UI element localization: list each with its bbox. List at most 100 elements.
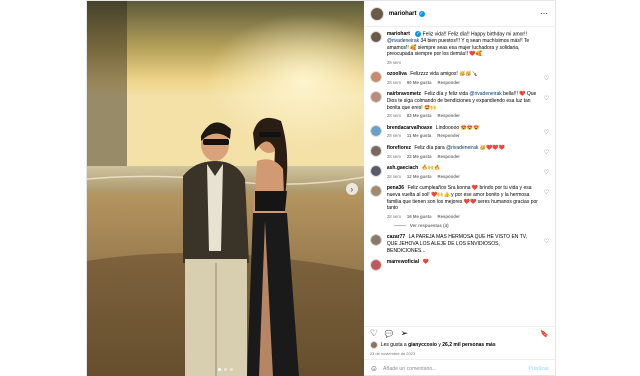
comment-username[interactable]: brendacarvalhoaxe: [387, 125, 433, 131]
avatar[interactable]: [369, 6, 384, 21]
comment-username[interactable]: pena36: [387, 185, 404, 191]
comment: nairbravometz Feliz día y feliz vida @ri…: [369, 91, 549, 120]
post-header: mariohart ✓ ⋯: [363, 1, 555, 27]
post-sidebar: mariohart ✓ ⋯ mariohart ✓ Feliz vida!! F…: [363, 1, 555, 376]
view-replies-label[interactable]: Ver respuestas (4): [410, 223, 449, 228]
likes-summary: Les gusta a gianyccosio y 26,2 mil perso…: [364, 340, 555, 350]
avatar[interactable]: [369, 259, 382, 272]
caption: mariohart ✓ Feliz vida!! Feliz día!! Hap…: [369, 31, 549, 66]
comment-likes[interactable]: 90 Me gusta: [407, 80, 432, 87]
post-date: 23 de noviembre de 2023: [369, 351, 416, 356]
reply-button[interactable]: Responder: [438, 113, 460, 120]
post-username[interactable]: mariohart: [389, 11, 417, 17]
caption-username[interactable]: mariohart: [387, 31, 410, 37]
likes-middle: y: [438, 342, 441, 348]
comment: pena36 Feliz cumpleaños Sra konna ❤️ bri…: [369, 185, 549, 221]
avatar[interactable]: [369, 31, 382, 43]
avatar[interactable]: [369, 145, 382, 158]
heart-icon[interactable]: ♡: [544, 238, 549, 245]
reply-button[interactable]: Responder: [438, 154, 460, 161]
avatar[interactable]: [369, 91, 382, 104]
avatar[interactable]: [369, 165, 382, 178]
comment-text: LA PAREJA MAS HERMOSA QUE HE VISTO EN TV…: [386, 234, 528, 254]
comment: cazar77 LA PAREJA MAS HERMOSA QUE HE VIS…: [369, 234, 549, 254]
comment-icon[interactable]: 💬: [385, 330, 394, 338]
carousel-dot: [223, 368, 227, 371]
comment: brendacarvalhoaxe Lindooooo 😍😍😍 28 sem 11…: [369, 124, 549, 140]
heart-icon[interactable]: ♡: [544, 189, 549, 196]
comment-username[interactable]: ozooliva: [387, 71, 407, 77]
heart-icon[interactable]: ♡: [544, 75, 549, 82]
comment-emoji: 🥳🥳🍾: [459, 71, 478, 78]
view-replies-button[interactable]: Ver respuestas (4): [393, 223, 549, 228]
caption-time: 28 sem: [386, 59, 401, 65]
comment-emoji: ❤️: [422, 259, 429, 266]
comment-time: 28 sem: [386, 133, 401, 139]
comment-text: 🥳❤️❤️❤️: [479, 145, 505, 152]
heart-icon[interactable]: ♡: [544, 129, 549, 136]
add-comment-bar: ☺ Añade un comentario... Publicar: [363, 359, 555, 376]
verified-icon: ✓: [415, 31, 422, 37]
comment-time: 28 sem: [386, 173, 401, 179]
comment-text: Feliz cumpleaños Sra konna ❤️ brindo por…: [386, 185, 538, 212]
emoji-icon[interactable]: ☺: [370, 364, 378, 373]
comment: marrewoficial ❤️: [369, 259, 549, 272]
comment-time: 28 sem: [386, 213, 401, 219]
heart-icon[interactable]: ♡: [544, 149, 549, 156]
avatar[interactable]: [369, 234, 382, 247]
comment-text: Feliz día para: [414, 145, 445, 152]
comments-list: mariohart ✓ Feliz vida!! Feliz día!! Hap…: [364, 27, 555, 326]
likes-user[interactable]: gianyccosio: [408, 342, 437, 348]
reply-button[interactable]: Responder: [438, 80, 460, 87]
reply-button[interactable]: Responder: [437, 133, 459, 140]
photo-image: [87, 1, 364, 376]
carousel-dot: [217, 368, 221, 371]
comment-likes[interactable]: 83 Me gusta: [407, 113, 432, 120]
verified-icon: ✓: [418, 10, 425, 17]
carousel-dot: [229, 368, 233, 371]
comment-text: Feliz día y feliz vida: [424, 91, 469, 98]
comment-likes[interactable]: 16 Me gusta: [407, 214, 432, 221]
post-dialog: › mariohart ✓ ⋯ mariohart ✓ Feliz vida!!…: [86, 0, 556, 376]
comment-username[interactable]: nairbravometz: [387, 91, 421, 97]
instagram-post-page: › mariohart ✓ ⋯ mariohart ✓ Feliz vida!!…: [0, 0, 640, 376]
more-options-icon[interactable]: ⋯: [540, 9, 549, 18]
comment-likes[interactable]: 12 Me gusta: [407, 174, 432, 181]
next-image-button[interactable]: ›: [345, 183, 358, 195]
comment-username[interactable]: marrewoficial: [387, 259, 419, 265]
likes-count[interactable]: 26,2 mil personas más: [442, 342, 495, 348]
avatar: [369, 341, 378, 349]
share-icon[interactable]: ➢: [401, 328, 409, 339]
comment-username[interactable]: cazar77: [387, 234, 405, 240]
post-photo[interactable]: ›: [87, 1, 364, 376]
comment: ozooliva Felizzzz vida amigos! 🥳🥳🍾 28 se…: [369, 71, 549, 87]
comment-likes[interactable]: 22 Me gusta: [407, 154, 432, 161]
comment-username[interactable]: ash.gaeciach: [387, 165, 418, 171]
likes-prefix: Les gusta a: [380, 342, 407, 348]
comment-time: 28 sem: [386, 113, 401, 119]
mention-link[interactable]: @rivadeneirak: [446, 145, 478, 151]
avatar[interactable]: [369, 124, 382, 137]
comment-text: Lindooooo: [435, 124, 460, 131]
heart-icon[interactable]: ♡: [544, 169, 549, 176]
reply-button[interactable]: Responder: [438, 214, 460, 221]
mention-link[interactable]: @rivadeneirak: [469, 91, 501, 97]
publish-button[interactable]: Publicar: [529, 366, 549, 372]
comment: ash.gaeciach 🔥🙌🔥 28 sem 12 Me gusta Respon…: [369, 165, 549, 181]
like-icon[interactable]: ♡: [370, 328, 378, 339]
comment-text: Felizzzz vida amigos!: [410, 71, 458, 78]
heart-icon[interactable]: ♡: [544, 95, 549, 102]
comment-input[interactable]: Añade un comentario...: [383, 366, 437, 372]
comment-emoji: 🔥🙌🔥: [421, 165, 441, 172]
comment-likes[interactable]: 11 Me gusta: [407, 133, 431, 140]
save-icon[interactable]: 🔖: [540, 330, 549, 338]
action-bar: ♡ 💬 ➢ 🔖: [363, 326, 555, 340]
comment-username[interactable]: fiorefiorez: [387, 145, 411, 151]
reply-button[interactable]: Responder: [438, 174, 460, 181]
comment-time: 28 sem: [386, 153, 401, 159]
mention-link[interactable]: @rivadeneirak: [387, 38, 419, 44]
comment: fiorefiorez Feliz día para @rivadeneirak…: [369, 145, 549, 161]
avatar[interactable]: [369, 71, 382, 84]
comment-emoji: 😍😍😍: [460, 124, 480, 131]
avatar[interactable]: [369, 185, 382, 198]
